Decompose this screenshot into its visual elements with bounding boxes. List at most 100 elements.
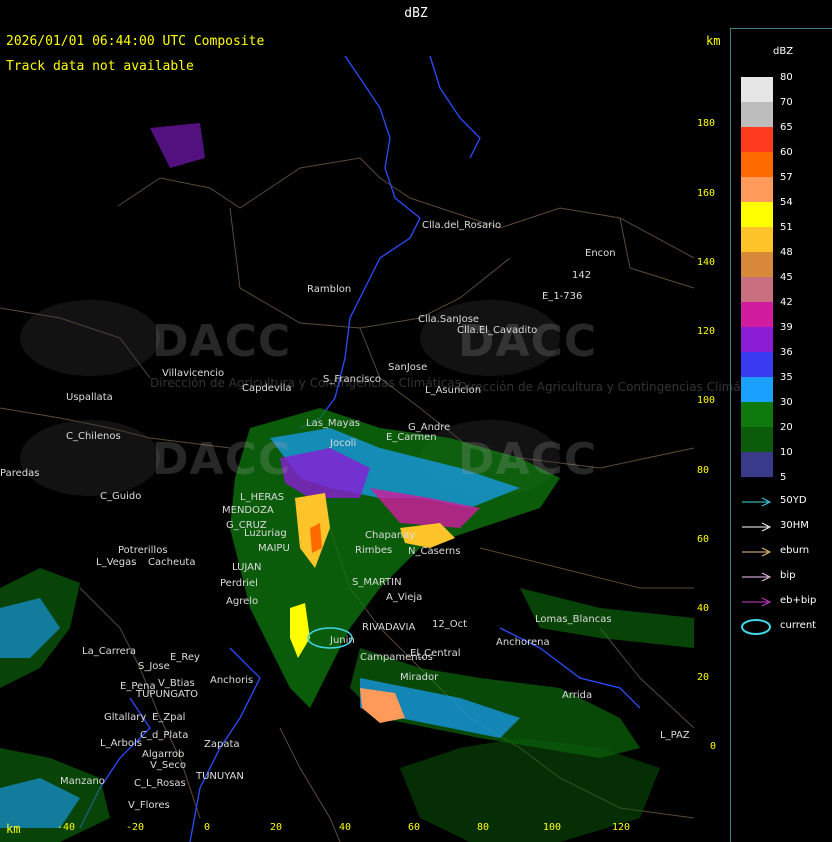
legend-value-label: 36 [780, 347, 793, 358]
watermark-subtitle: Dirección de Agricultura y Contingencias… [458, 380, 769, 394]
legend-swatch [741, 102, 773, 127]
x-tick: 40 [339, 822, 352, 833]
y-tick: 180 [697, 118, 716, 129]
track-arrow-icon [742, 522, 772, 532]
track-legend-label: eb+bip [780, 595, 817, 606]
place-label: MENDOZA [222, 505, 274, 516]
place-label: SanJose [388, 362, 428, 373]
place-label: Encon [585, 248, 616, 259]
track-legend-label: 30HM [780, 520, 809, 531]
y-tick: 40 [697, 603, 710, 614]
x-tick: 20 [270, 822, 283, 833]
legend-swatch [741, 352, 773, 377]
place-label: S_MARTIN [352, 577, 402, 588]
place-label: E_Zpal [152, 712, 186, 723]
legend-value-label: 45 [780, 272, 793, 283]
place-label: E_Rey [170, 652, 200, 663]
place-label: E_Pena [120, 681, 156, 692]
place-label: Luzuriag [244, 528, 287, 539]
legend-swatch [741, 452, 773, 477]
place-label: A_Vieja [386, 592, 423, 603]
place-label: Uspallata [66, 392, 113, 403]
place-label: L_Asuncion [425, 385, 482, 396]
track-arrow-icon [742, 572, 772, 582]
place-label: Capdevila [242, 383, 292, 394]
place-label: Las_Mayas [306, 418, 360, 429]
legend-swatch [741, 277, 773, 302]
place-label: Chapanay [365, 530, 416, 541]
legend-value-label: 54 [780, 197, 793, 208]
legend-value-label: 48 [780, 247, 793, 258]
track-legend-label: 50YD [780, 495, 807, 506]
legend-value-label: 80 [780, 72, 793, 83]
km-label-bottom: km [6, 822, 21, 836]
place-label: Gltallary [104, 712, 147, 723]
place-label: Paredas [0, 468, 40, 479]
place-label: Lomas_Blancas [535, 614, 612, 625]
legend-value-label: 10 [780, 447, 793, 458]
place-label: C_d_Plata [140, 730, 189, 741]
watermark-brand: DACC [152, 434, 292, 485]
legend-value-label: 39 [780, 322, 793, 333]
place-label: S_Jose [138, 661, 170, 672]
place-label: Cacheuta [148, 557, 196, 568]
legend-value-label: 65 [780, 122, 793, 133]
km-label-top: km [706, 34, 721, 48]
place-label: Jocoli [330, 438, 357, 449]
legend-value-label: 70 [780, 97, 793, 108]
legend-swatch [741, 177, 773, 202]
current-ellipse-icon [741, 619, 771, 635]
x-tick: -20 [126, 822, 145, 833]
legend-swatch [741, 402, 773, 427]
place-label: Agrelo [226, 596, 259, 607]
place-label: 142 [572, 270, 592, 281]
place-label: 12_Oct [432, 619, 468, 630]
place-label: El_Central [410, 648, 461, 659]
y-tick: 140 [697, 257, 716, 268]
track-status-note: Track data not available [6, 59, 194, 74]
x-tick: -40 [57, 822, 76, 833]
x-tick: 100 [543, 822, 562, 833]
window-title: dBZ [0, 0, 832, 29]
place-label: LUJAN [232, 562, 262, 573]
legend-value-label: 20 [780, 422, 793, 433]
place-label: E_1-736 [542, 291, 583, 302]
place-label: Junin [330, 635, 355, 646]
track-arrow-icon [742, 547, 772, 557]
place-label: L_Vegas [96, 557, 137, 568]
place-label: La_Carrera [82, 646, 137, 657]
place-label: C_L_Rosas [134, 778, 186, 789]
place-label: Potrerillos [118, 545, 168, 556]
legend-swatch [741, 202, 773, 227]
place-label: N_Caserns [408, 546, 461, 557]
place-label: Villavicencio [162, 368, 225, 379]
place-label: RIVADAVIA [362, 622, 416, 633]
place-label: V_Seco [150, 760, 186, 771]
track-arrow-icon [742, 597, 772, 607]
legend-value-label: 42 [780, 297, 793, 308]
place-label: Rimbes [355, 545, 393, 556]
track-legend-label: eburn [780, 545, 810, 556]
legend-value-label: 35 [780, 372, 793, 383]
x-tick: 120 [612, 822, 631, 833]
place-label: L_HERAS [240, 492, 285, 503]
x-tick: 80 [477, 822, 490, 833]
place-label: Anchorena [496, 637, 550, 648]
y-tick: 0 [710, 741, 717, 752]
legend-swatch [741, 127, 773, 152]
y-tick: 60 [697, 534, 710, 545]
y-tick: 20 [697, 672, 710, 683]
place-label: E_Carmen [386, 432, 437, 443]
legend-value-label: 5 [780, 472, 787, 483]
legend-swatch [741, 327, 773, 352]
track-legend-label: bip [780, 570, 796, 581]
legend-swatch [741, 252, 773, 277]
place-label: Perdriel [220, 578, 258, 589]
legend-value-label: 51 [780, 222, 793, 233]
y-tick: 160 [697, 188, 716, 199]
place-label: Mirador [400, 672, 439, 683]
place-label: Manzano [60, 776, 105, 787]
place-label: V_Flores [128, 800, 170, 811]
place-label: Clla.del_Rosario [422, 220, 502, 231]
place-label: Ramblon [307, 284, 352, 295]
